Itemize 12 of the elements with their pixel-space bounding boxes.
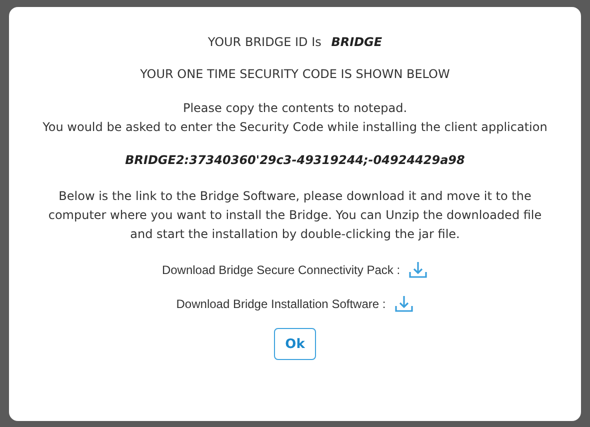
bridge-id: BRIDGE [331,35,382,49]
ok-button[interactable]: Ok [274,328,316,360]
download-note: Below is the link to the Bridge Software, please download it and move it to the computer where you want to install the Bridge. You can Unzip the downloaded file and start the installation by double-clicking the jar file. [47,188,543,243]
instruction-text: Please copy the contents to notepad. [182,100,408,117]
download-label: Download Bridge Secure Connectivity Pack : [162,263,400,277]
bridge-id-label: YOUR BRIDGE ID Is [208,35,322,49]
download-icon[interactable] [408,260,428,280]
security-code: BRIDGE2:37340360'29c3-49319244;-04924429a98 [125,153,465,167]
code-heading: YOUR ONE TIME SECURITY CODE IS SHOWN BELOW [140,67,450,81]
instruction-text: You would be asked to enter the Security Code while installing the client application [42,119,548,136]
download-icon[interactable] [394,294,414,314]
download-label: Download Bridge Installation Software : [176,297,386,311]
